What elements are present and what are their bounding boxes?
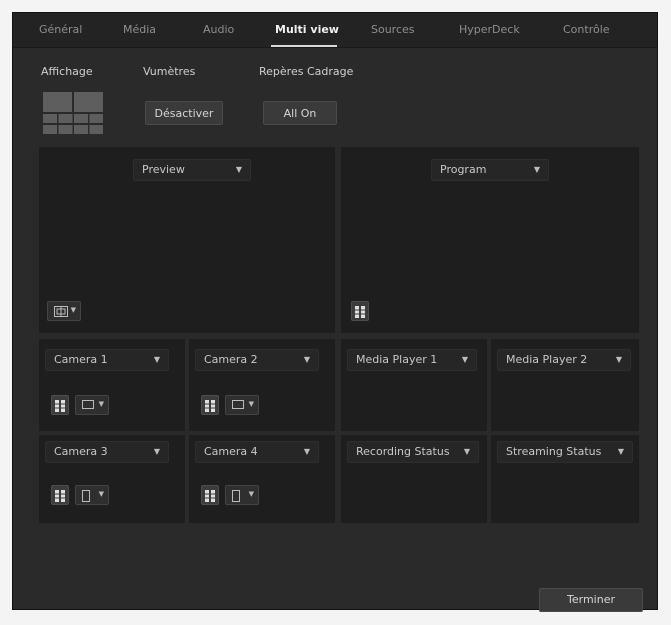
camera2-source-label: Camera 2: [204, 353, 258, 366]
monitor-icon: [232, 400, 244, 409]
program-source-dropdown[interactable]: Program ▼: [431, 159, 549, 181]
program-source-label: Program: [440, 163, 487, 176]
chevron-down-icon: ▼: [303, 447, 310, 456]
layout-grid-icon[interactable]: [43, 92, 103, 134]
tab-control[interactable]: Contrôle: [563, 23, 610, 36]
camera3-source-dropdown[interactable]: Camera 3 ▼: [45, 441, 169, 463]
chevron-down-icon: ▼: [303, 355, 310, 364]
camera2-window-panel: Camera 2 ▼ ▼: [189, 339, 335, 431]
media-player1-source-label: Media Player 1: [356, 353, 438, 366]
camera4-source-dropdown[interactable]: Camera 4 ▼: [195, 441, 319, 463]
camera3-safe-area-select[interactable]: ▼: [75, 485, 109, 505]
tab-audio[interactable]: Audio: [203, 23, 234, 36]
chevron-down-icon: ▼: [463, 447, 470, 456]
meters-toggle-button[interactable]: Désactiver: [145, 101, 223, 125]
media-player2-source-label: Media Player 2: [506, 353, 588, 366]
preview-window-panel: Preview ▼ ▼: [39, 147, 335, 333]
active-tab-indicator: [271, 45, 337, 47]
camera3-audio-meter-toggle[interactable]: [51, 485, 69, 505]
audio-meter-toggle[interactable]: [351, 301, 369, 321]
camera2-audio-meter-toggle[interactable]: [201, 395, 219, 415]
tab-media[interactable]: Média: [123, 23, 156, 36]
camera1-window-panel: Camera 1 ▼ ▼: [39, 339, 185, 431]
preview-source-dropdown[interactable]: Preview ▼: [133, 159, 251, 181]
chevron-down-icon: ▼: [533, 165, 540, 174]
safe-area-toggle-button[interactable]: All On: [263, 101, 337, 125]
camera2-source-dropdown[interactable]: Camera 2 ▼: [195, 349, 319, 371]
chevron-down-icon: ▼: [153, 447, 160, 456]
media-player2-window-panel: Media Player 2 ▼: [491, 339, 639, 431]
camera4-safe-area-select[interactable]: ▼: [225, 485, 259, 505]
chevron-down-icon: ▼: [98, 400, 104, 408]
camera2-safe-area-select[interactable]: ▼: [225, 395, 259, 415]
portrait-icon: [232, 490, 240, 502]
streaming-status-window-panel: Streaming Status ▼: [491, 435, 639, 523]
camera1-safe-area-select[interactable]: ▼: [75, 395, 109, 415]
chevron-down-icon: ▼: [615, 355, 622, 364]
audio-meter-icon: [205, 490, 215, 502]
audio-meter-icon: [205, 400, 215, 412]
chevron-down-icon: ▼: [461, 355, 468, 364]
multiview-settings-window: Général Média Audio Multi view Sources H…: [12, 12, 658, 612]
streaming-status-label: Streaming Status: [506, 445, 602, 458]
camera4-audio-meter-toggle[interactable]: [201, 485, 219, 505]
camera4-window-panel: Camera 4 ▼ ▼: [189, 435, 335, 523]
safe-area-icon: [54, 306, 68, 317]
media-player2-source-dropdown[interactable]: Media Player 2 ▼: [497, 349, 631, 371]
safe-area-label: Repères Cadrage: [259, 65, 354, 78]
camera1-source-dropdown[interactable]: Camera 1 ▼: [45, 349, 169, 371]
audio-meter-icon: [55, 400, 65, 412]
portrait-icon: [82, 490, 90, 502]
chevron-down-icon: ▼: [153, 355, 160, 364]
chevron-down-icon: ▼: [98, 490, 104, 498]
recording-status-dropdown[interactable]: Recording Status ▼: [347, 441, 479, 463]
tab-hyperdeck[interactable]: HyperDeck: [459, 23, 520, 36]
camera3-source-label: Camera 3: [54, 445, 108, 458]
camera1-source-label: Camera 1: [54, 353, 108, 366]
streaming-status-dropdown[interactable]: Streaming Status ▼: [497, 441, 633, 463]
chevron-down-icon: ▼: [70, 306, 76, 314]
chevron-down-icon: ▼: [248, 400, 254, 408]
tab-general[interactable]: Général: [39, 23, 82, 36]
done-button[interactable]: Terminer: [539, 588, 643, 612]
program-window-panel: Program ▼: [341, 147, 639, 333]
layout-label: Affichage: [41, 65, 93, 78]
camera3-window-panel: Camera 3 ▼ ▼: [39, 435, 185, 523]
safe-area-select[interactable]: ▼: [47, 301, 81, 321]
audio-meter-icon: [355, 306, 365, 318]
chevron-down-icon: ▼: [248, 490, 254, 498]
chevron-down-icon: ▼: [617, 447, 624, 456]
chevron-down-icon: ▼: [235, 165, 242, 174]
tab-sources[interactable]: Sources: [371, 23, 415, 36]
tab-bar: Général Média Audio Multi view Sources H…: [13, 13, 657, 48]
camera4-source-label: Camera 4: [204, 445, 258, 458]
camera1-audio-meter-toggle[interactable]: [51, 395, 69, 415]
media-player1-window-panel: Media Player 1 ▼: [341, 339, 487, 431]
recording-status-window-panel: Recording Status ▼: [341, 435, 487, 523]
meters-label: Vumètres: [143, 65, 196, 78]
audio-meter-icon: [55, 490, 65, 502]
preview-source-label: Preview: [142, 163, 185, 176]
tab-multiview[interactable]: Multi view: [275, 23, 339, 36]
media-player1-source-dropdown[interactable]: Media Player 1 ▼: [347, 349, 477, 371]
recording-status-label: Recording Status: [356, 445, 450, 458]
monitor-icon: [82, 400, 94, 409]
